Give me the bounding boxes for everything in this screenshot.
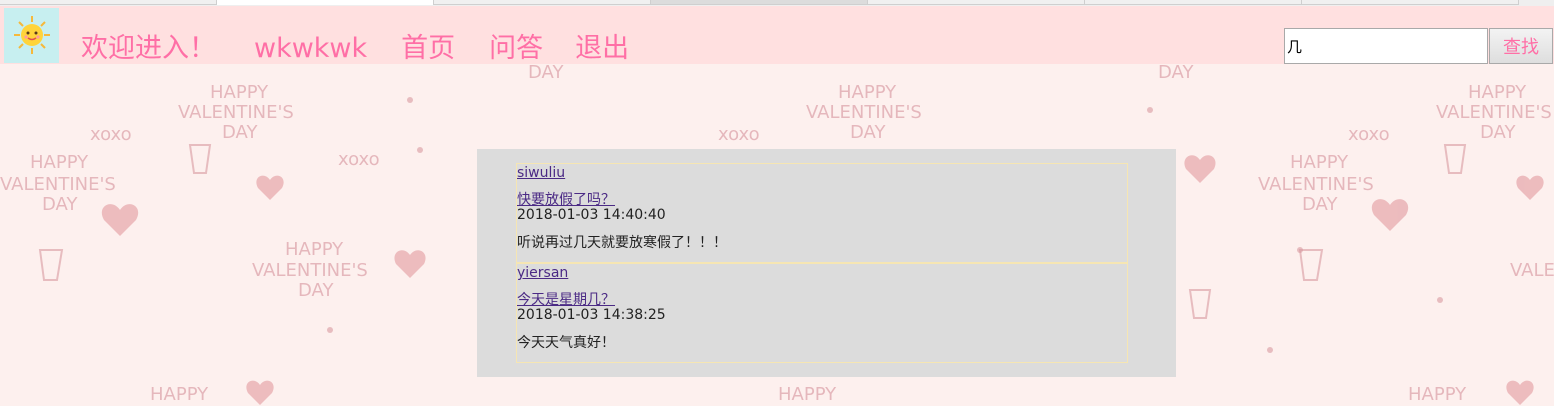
svg-text:VALENTINE'S: VALENTINE'S: [252, 260, 368, 281]
question-item: yiersan 今天是星期几？ 2018-01-03 14:38:25 今天天气…: [516, 263, 1128, 363]
top-navigation: 欢迎进入！ wkwkwk 首页 问答 退出: [81, 32, 629, 66]
browser-tab[interactable]: [0, 0, 217, 5]
header-bar: 欢迎进入！ wkwkwk 首页 问答 退出 查找: [0, 6, 1554, 64]
svg-text:HAPPY: HAPPY: [285, 239, 344, 260]
browser-tab[interactable]: [868, 0, 1085, 5]
svg-text:VALENTINE'S: VALENTINE'S: [1436, 102, 1552, 123]
question-timestamp: 2018-01-03 14:38:25: [517, 307, 666, 323]
browser-tab[interactable]: [434, 0, 651, 5]
svg-text:VALE: VALE: [1510, 260, 1554, 281]
question-content: 今天天气真好！: [517, 335, 615, 351]
svg-text:DAY: DAY: [222, 122, 258, 143]
nav-home-link[interactable]: 首页: [401, 32, 455, 66]
question-timestamp: 2018-01-03 14:40:40: [517, 207, 666, 223]
svg-text:DAY: DAY: [850, 122, 886, 143]
question-author-link[interactable]: yiersan: [517, 264, 568, 282]
svg-text:VALENTINE'S: VALENTINE'S: [178, 102, 294, 123]
svg-text:HAPPY: HAPPY: [30, 152, 89, 173]
svg-text:VALENTINE'S: VALENTINE'S: [806, 102, 922, 123]
question-item: siwuliu 快要放假了吗？ 2018-01-03 14:40:40 听说再过…: [516, 163, 1128, 263]
username-link[interactable]: wkwkwk: [254, 32, 367, 66]
search-input[interactable]: [1284, 28, 1488, 64]
question-list-panel: siwuliu 快要放假了吗？ 2018-01-03 14:40:40 听说再过…: [477, 149, 1176, 377]
svg-text:HAPPY: HAPPY: [1290, 152, 1349, 173]
logo-sun-icon: [4, 8, 59, 63]
svg-text:VALENTINE'S: VALENTINE'S: [0, 174, 116, 195]
svg-text:HAPPY: HAPPY: [1468, 82, 1527, 103]
svg-text:xoxo: xoxo: [718, 124, 760, 145]
svg-text:xoxo: xoxo: [1348, 124, 1390, 145]
search-button[interactable]: 查找: [1489, 28, 1553, 64]
svg-text:xoxo: xoxo: [90, 124, 132, 145]
question-content: 听说再过几天就要放寒假了！！！: [517, 235, 727, 251]
browser-tab[interactable]: [651, 0, 868, 5]
svg-text:DAY: DAY: [298, 280, 334, 301]
svg-text:HAPPY: HAPPY: [1408, 384, 1467, 405]
browser-tab-active[interactable]: [217, 0, 434, 5]
nav-qa-link[interactable]: 问答: [489, 32, 543, 66]
browser-tab[interactable]: [1085, 0, 1302, 5]
svg-text:DAY: DAY: [1302, 194, 1338, 215]
svg-text:VALENTINE'S: VALENTINE'S: [1258, 174, 1374, 195]
svg-text:DAY: DAY: [1158, 62, 1194, 83]
svg-text:HAPPY: HAPPY: [150, 384, 209, 405]
nav-logout-link[interactable]: 退出: [575, 32, 629, 66]
svg-text:xoxo: xoxo: [338, 149, 380, 170]
browser-tab-strip: [0, 0, 1554, 6]
question-author-link[interactable]: siwuliu: [517, 164, 565, 182]
browser-tab[interactable]: [1302, 0, 1519, 5]
welcome-text: 欢迎进入！: [81, 33, 216, 64]
svg-text:DAY: DAY: [1480, 122, 1516, 143]
svg-text:HAPPY: HAPPY: [838, 82, 897, 103]
svg-text:HAPPY: HAPPY: [210, 82, 269, 103]
svg-text:HAPPY: HAPPY: [778, 384, 837, 405]
svg-text:DAY: DAY: [42, 194, 78, 215]
